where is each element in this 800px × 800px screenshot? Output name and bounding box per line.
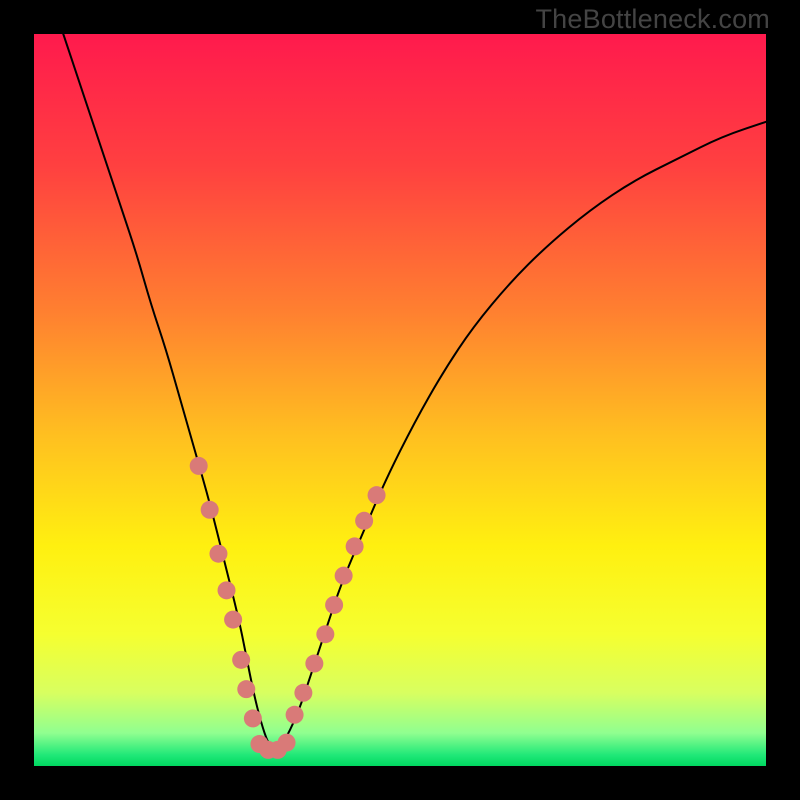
dot — [316, 625, 334, 643]
dot — [190, 457, 208, 475]
dot — [294, 684, 312, 702]
chart-svg — [34, 34, 766, 766]
dot — [325, 596, 343, 614]
dot — [305, 655, 323, 673]
dot — [218, 581, 236, 599]
dot — [232, 651, 250, 669]
dot — [346, 537, 364, 555]
dot — [278, 734, 296, 752]
dot — [237, 680, 255, 698]
dot — [224, 611, 242, 629]
dot — [286, 706, 304, 724]
plot-area — [34, 34, 766, 766]
dot — [201, 501, 219, 519]
dot — [244, 709, 262, 727]
watermark-text: TheBottleneck.com — [535, 4, 770, 35]
chart-frame: TheBottleneck.com — [0, 0, 800, 800]
dot — [209, 545, 227, 563]
dot — [368, 486, 386, 504]
dot — [355, 512, 373, 530]
gradient-background — [34, 34, 766, 766]
dot — [335, 567, 353, 585]
